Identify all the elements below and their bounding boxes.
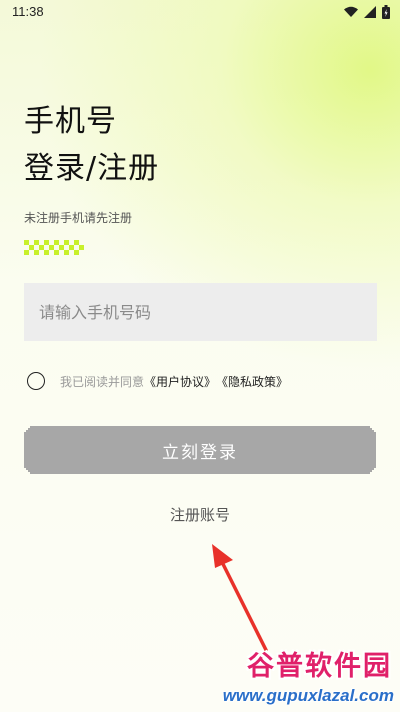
watermark: 谷普软件园 www.gupuxlazal.com bbox=[212, 644, 398, 708]
agreement-checkbox[interactable] bbox=[27, 372, 45, 390]
agreement-row: 我已阅读并同意 《用户协议》 《隐私政策》 bbox=[27, 370, 288, 392]
status-icons bbox=[344, 4, 390, 20]
watermark-url: www.gupuxlazal.com bbox=[222, 686, 394, 705]
register-account-link[interactable]: 注册账号 bbox=[0, 504, 400, 525]
title-line-phone: 手机号 bbox=[24, 104, 117, 139]
checker-decoration bbox=[24, 240, 84, 255]
watermark-logo: 谷普软件园 bbox=[247, 651, 392, 682]
battery-icon bbox=[382, 5, 390, 19]
signal-icon bbox=[364, 6, 376, 18]
phone-input[interactable] bbox=[24, 283, 377, 341]
user-agreement-link[interactable]: 《用户协议》 bbox=[144, 373, 216, 390]
wifi-icon bbox=[344, 6, 358, 17]
register-hint: 未注册手机请先注册 bbox=[24, 211, 133, 225]
privacy-policy-link[interactable]: 《隐私政策》 bbox=[216, 373, 288, 390]
title-line-login-register: 登录/注册 bbox=[24, 151, 160, 186]
status-time: 11:38 bbox=[12, 4, 44, 19]
status-bar: 11:38 bbox=[0, 0, 400, 24]
agreement-prefix: 我已阅读并同意 bbox=[60, 374, 145, 389]
login-button[interactable]: 立刻登录 bbox=[24, 426, 376, 474]
